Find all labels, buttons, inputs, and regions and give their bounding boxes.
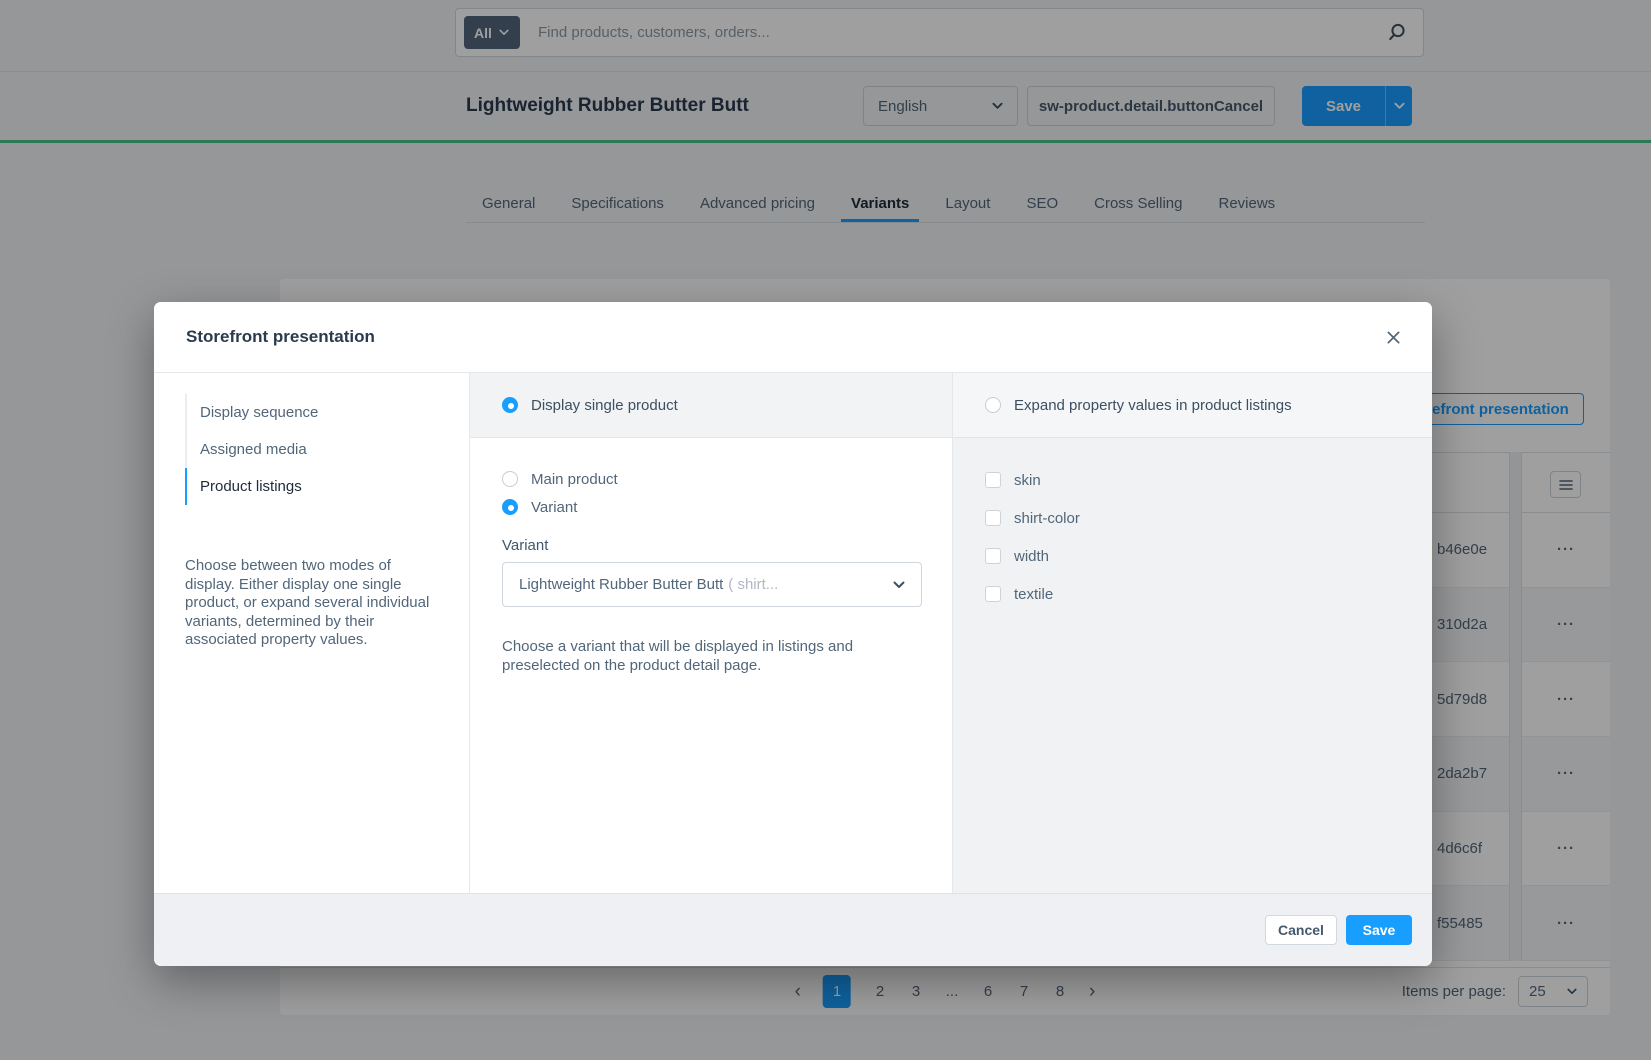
modal-cancel-button[interactable]: Cancel xyxy=(1265,915,1337,945)
display-single-product-radio[interactable] xyxy=(502,397,518,413)
shopware-admin: All Lightweight Rubber Butter Butt Engli… xyxy=(0,0,1651,1060)
modal-footer: Cancel Save xyxy=(154,893,1432,966)
sidebar-item-display-sequence[interactable]: Display sequence xyxy=(185,394,469,431)
variant-option-label: Variant xyxy=(531,499,577,516)
variant-option[interactable]: Variant xyxy=(502,497,920,517)
main-product-option[interactable]: Main product xyxy=(502,469,920,489)
sidebar-item-product-listings[interactable]: Product listings xyxy=(185,468,469,505)
close-icon[interactable] xyxy=(1378,322,1408,352)
skin-checkbox[interactable] xyxy=(985,472,1001,488)
main-product-label: Main product xyxy=(531,471,618,488)
property-option-skin[interactable]: skin xyxy=(985,470,1400,490)
storefront-presentation-modal: Storefront presentation Display sequence… xyxy=(154,302,1432,966)
variant-select-value-suffix: ( shirt... xyxy=(728,576,778,593)
width-label: width xyxy=(1014,548,1049,565)
shirt-color-checkbox[interactable] xyxy=(985,510,1001,526)
textile-checkbox[interactable] xyxy=(985,586,1001,602)
variant-field-label: Variant xyxy=(502,535,920,555)
modal-header: Storefront presentation xyxy=(154,302,1432,373)
modal-title: Storefront presentation xyxy=(186,327,375,347)
sidebar-item-assigned-media[interactable]: Assigned media xyxy=(185,431,469,468)
shirt-color-label: shirt-color xyxy=(1014,510,1080,527)
variant-radio[interactable] xyxy=(502,499,518,515)
sidebar-description: Choose between two modes of display. Eit… xyxy=(185,557,439,650)
property-option-shirt-color[interactable]: shirt-color xyxy=(985,508,1400,528)
single-product-body: Main product Variant Variant Lightweight… xyxy=(470,438,952,675)
expand-properties-mode-header: Expand property values in product listin… xyxy=(953,373,1432,438)
variant-helper-text: Choose a variant that will be displayed … xyxy=(502,637,910,675)
property-option-textile[interactable]: textile xyxy=(985,584,1400,604)
modal-sidebar: Display sequence Assigned media Product … xyxy=(154,373,470,893)
property-option-width[interactable]: width xyxy=(985,546,1400,566)
modal-body: Display sequence Assigned media Product … xyxy=(154,373,1432,893)
single-product-mode-header: Display single product xyxy=(470,373,952,438)
textile-label: textile xyxy=(1014,586,1053,603)
display-single-product-label: Display single product xyxy=(531,397,678,414)
skin-label: skin xyxy=(1014,472,1041,489)
properties-list: skin shirt-color width textile xyxy=(953,438,1432,622)
single-product-column: Display single product Main product Vari… xyxy=(470,373,953,893)
width-checkbox[interactable] xyxy=(985,548,1001,564)
variant-select-value: Lightweight Rubber Butter Butt xyxy=(519,576,723,593)
variant-select[interactable]: Lightweight Rubber Butter Butt ( shirt..… xyxy=(502,562,922,607)
expand-properties-column: Expand property values in product listin… xyxy=(953,373,1432,893)
expand-properties-radio[interactable] xyxy=(985,397,1001,413)
modal-save-button[interactable]: Save xyxy=(1346,915,1412,945)
chevron-down-icon xyxy=(893,581,905,589)
expand-properties-label: Expand property values in product listin… xyxy=(1014,397,1292,414)
main-product-radio[interactable] xyxy=(502,471,518,487)
modal-sidebar-nav: Display sequence Assigned media Product … xyxy=(185,394,469,505)
